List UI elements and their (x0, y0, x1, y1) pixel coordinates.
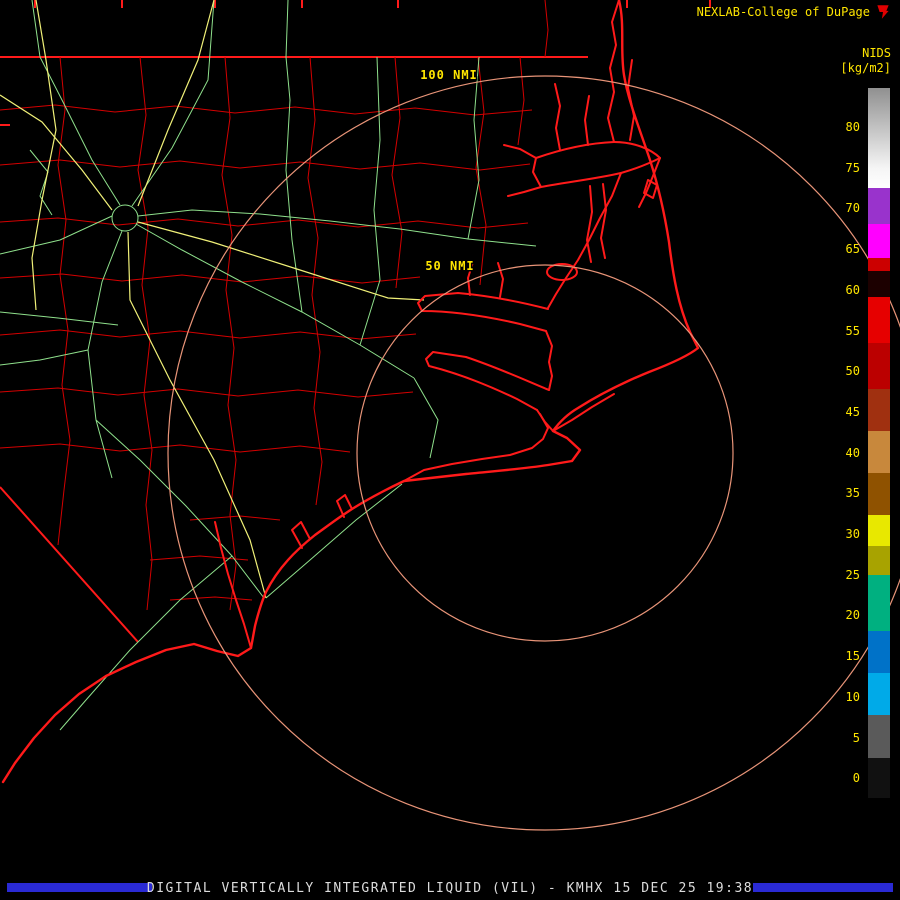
product-title: DIGITAL VERTICALLY INTEGRATED LIQUID (VI… (146, 881, 754, 896)
colorbar (868, 88, 890, 798)
colorbar-segment (868, 297, 890, 343)
colorbar-segment (868, 575, 890, 631)
colorbar-segment (868, 168, 890, 188)
latlon-ticks (0, 0, 711, 126)
legend-title: NIDS (862, 46, 891, 60)
outer-range-ring-label: 100 NMI (420, 68, 478, 82)
colorbar-segment (868, 88, 890, 168)
brand-text: NEXLAB-College of DuPage (696, 5, 870, 19)
coastline (1, 0, 700, 784)
colorbar-segment (868, 673, 890, 715)
colorbar-segment (868, 758, 890, 798)
colorbar-segment (868, 631, 890, 673)
colorbar-segment (868, 271, 890, 297)
colorbar-segment (868, 343, 890, 389)
county-borders (0, 0, 549, 611)
range-rings: 100 NMI 50 NMI (167, 67, 900, 831)
cod-logo-icon (877, 5, 889, 19)
legend-units: [kg/m2] (840, 61, 891, 75)
colorbar-segment (868, 515, 890, 546)
colorbar-segment (868, 224, 890, 258)
colorbar-segment (868, 431, 890, 473)
colorbar-segment (868, 546, 890, 575)
colorbar-segment (868, 473, 890, 515)
colorbar-segment (868, 188, 890, 224)
colorbar-segment (868, 389, 890, 431)
radar-map: 100 NMI 50 NMI (0, 0, 900, 831)
colorbar-segment (868, 715, 890, 758)
radar-display: 100 NMI 50 NMI NEXLAB-College of DuPage … (0, 0, 900, 900)
inner-range-ring-label: 50 NMI (425, 259, 474, 273)
colorbar-segment (868, 258, 890, 271)
